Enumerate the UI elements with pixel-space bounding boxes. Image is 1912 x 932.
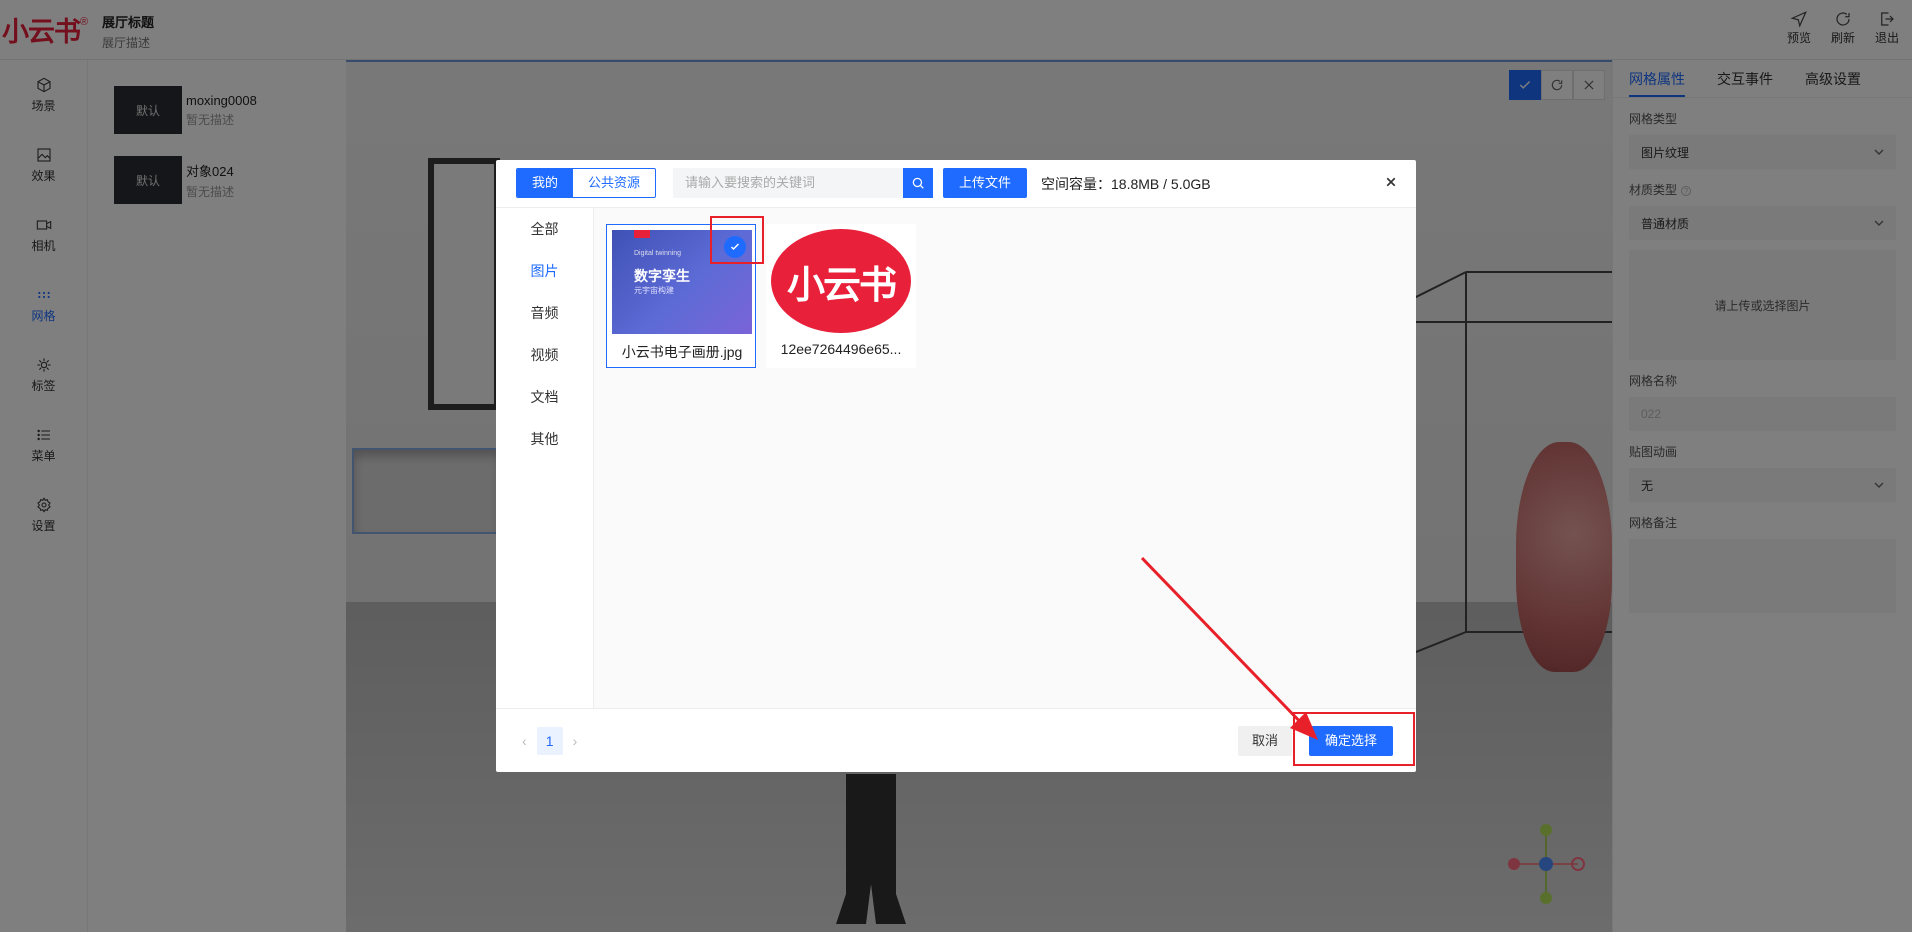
category-audio[interactable]: 音频 (496, 292, 593, 334)
category-documents[interactable]: 文档 (496, 376, 593, 418)
file-thumbnail: Digital twinning 数字孪生 元宇宙构建 (612, 230, 752, 334)
prev-page-icon[interactable]: ‹ (522, 733, 527, 749)
file-name: 12ee7264496e65... (780, 341, 902, 357)
storage-capacity: 空间容量：18.8MB / 5.0GB (1041, 176, 1211, 192)
pagination: ‹ 1 › (522, 727, 577, 755)
category-list: 全部 图片 音频 视频 文档 其他 (496, 208, 594, 708)
file-thumbnail: 小云书 (771, 229, 911, 333)
brand-logo-image: 小云书 (771, 229, 911, 333)
cancel-button[interactable]: 取消 (1238, 726, 1293, 756)
category-all[interactable]: 全部 (496, 208, 593, 250)
cover-badge (634, 230, 650, 238)
selected-check-icon[interactable] (724, 236, 746, 258)
category-images[interactable]: 图片 (496, 250, 593, 292)
category-other[interactable]: 其他 (496, 418, 593, 460)
next-page-icon[interactable]: › (573, 733, 578, 749)
dialog-footer: ‹ 1 › 取消 确定选择 (496, 708, 1416, 772)
scope-switch: 我的 公共资源 (516, 168, 657, 198)
file-name: 小云书电子画册.jpg (621, 344, 743, 360)
file-card[interactable]: 小云书 12ee7264496e65... (766, 224, 916, 368)
scope-public[interactable]: 公共资源 (573, 169, 655, 197)
upload-file-button[interactable]: 上传文件 (943, 168, 1028, 198)
search-button[interactable] (903, 168, 933, 198)
dialog-header: 我的 公共资源 请输入要搜索的关键词 上传文件 空间容量：18.8MB / 5.… (496, 160, 1416, 208)
page-number[interactable]: 1 (536, 727, 563, 755)
search-box: 请输入要搜索的关键词 (673, 168, 933, 198)
file-grid: Digital twinning 数字孪生 元宇宙构建 小云书电子画册.jpg … (594, 208, 1416, 708)
close-icon[interactable] (1382, 173, 1400, 191)
category-video[interactable]: 视频 (496, 334, 593, 376)
confirm-select-button[interactable]: 确定选择 (1309, 726, 1394, 756)
editor-app: 小云书® 展厅标题 展厅描述 预览 刷新 退出 场景 (0, 0, 1912, 932)
scope-mine[interactable]: 我的 (517, 169, 574, 197)
file-card-selected[interactable]: Digital twinning 数字孪生 元宇宙构建 小云书电子画册.jpg (606, 224, 756, 368)
file-picker-dialog: 我的 公共资源 请输入要搜索的关键词 上传文件 空间容量：18.8MB / 5.… (496, 160, 1416, 772)
search-icon (912, 177, 924, 189)
search-input[interactable]: 请输入要搜索的关键词 (673, 168, 903, 198)
